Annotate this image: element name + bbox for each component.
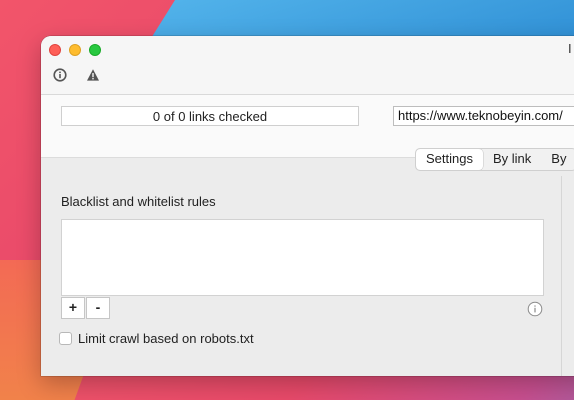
rules-list[interactable] — [61, 219, 544, 296]
window-title: I — [568, 41, 572, 56]
minimize-button[interactable] — [69, 44, 81, 56]
app-window: I 0 of 0 links checked https://www.tekno… — [41, 36, 574, 376]
help-info-icon[interactable] — [527, 301, 543, 317]
close-button[interactable] — [49, 44, 61, 56]
robots-checkbox-label: Limit crawl based on robots.txt — [78, 331, 254, 346]
traffic-lights — [49, 44, 101, 56]
titlebar: I — [41, 36, 574, 95]
url-field[interactable]: https://www.teknobeyin.com/ — [393, 106, 574, 126]
add-rule-button[interactable]: + — [61, 297, 85, 319]
remove-rule-button[interactable]: - — [86, 297, 110, 319]
tab-settings[interactable]: Settings — [416, 149, 483, 170]
right-panel — [561, 176, 574, 376]
info-icon[interactable] — [53, 68, 67, 82]
warning-icon[interactable] — [86, 68, 100, 82]
tab-by-other[interactable]: By — [541, 149, 574, 170]
rules-heading: Blacklist and whitelist rules — [61, 194, 216, 209]
robots-checkbox[interactable] — [59, 332, 72, 345]
zoom-button[interactable] — [89, 44, 101, 56]
tab-by-link[interactable]: By link — [483, 149, 541, 170]
tab-bar: Settings By link By — [415, 148, 574, 171]
robots-option[interactable]: Limit crawl based on robots.txt — [59, 331, 254, 346]
links-checked-status: 0 of 0 links checked — [61, 106, 359, 126]
